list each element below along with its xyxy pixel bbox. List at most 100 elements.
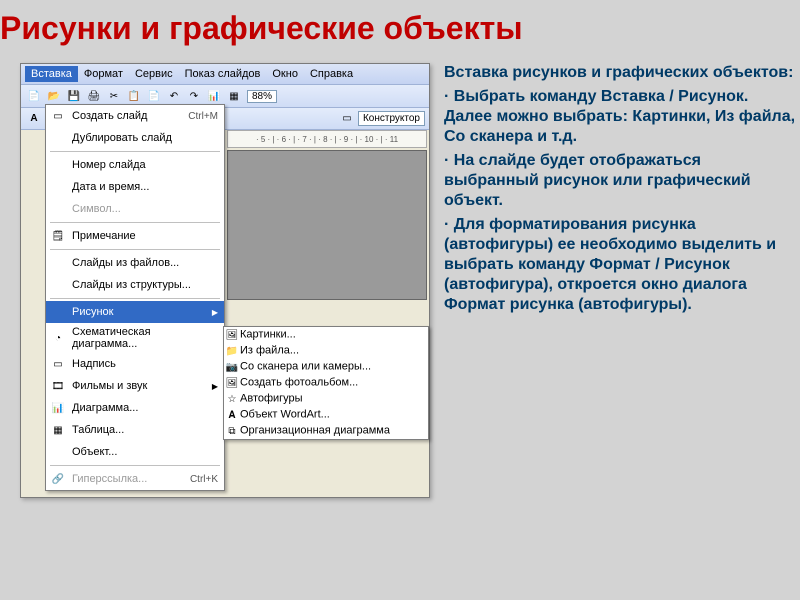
blank-icon: [50, 304, 66, 320]
risunok-submenu-item-5[interactable]: ☆Автофигуры: [224, 391, 428, 407]
media-icon: 🎞: [50, 378, 66, 394]
menu-spravka[interactable]: Справка: [304, 66, 359, 82]
risunok-submenu-item-label: Организационная диаграмма: [240, 425, 390, 437]
insert-menu-item-20: 🔗 Гиперссылка... Ctrl+K: [46, 468, 224, 490]
description-bullet-3: · Для форматирования рисунка (автофигуры…: [444, 215, 800, 315]
insert-menu-item-14[interactable]: ▭ Надпись: [46, 353, 224, 375]
menu-pokaz[interactable]: Показ слайдов: [179, 66, 267, 82]
insert-menu-item-label: Рисунок: [72, 306, 114, 318]
insert-menu-item-label: Дата и время...: [72, 181, 149, 193]
scanner-icon: 📷: [224, 359, 240, 375]
tool-cut-icon[interactable]: ✂: [105, 87, 123, 105]
insert-menu-item-label: Таблица...: [72, 424, 124, 436]
insert-menu-separator: [50, 249, 220, 250]
tool-save-icon[interactable]: 💾: [65, 87, 83, 105]
app-screenshot: Вставка Формат Сервис Показ слайдов Окно…: [20, 63, 430, 498]
description-bullet-1: · Выбрать команду Вставка / Рисунок. Дал…: [444, 87, 800, 147]
risunok-submenu-item-7[interactable]: ⧉Организационная диаграмма: [224, 423, 428, 439]
blank-icon: [50, 130, 66, 146]
risunok-submenu-item-label: Создать фотоальбом...: [240, 377, 358, 389]
risunok-submenu-item-label: Автофигуры: [240, 393, 303, 405]
tool-open-icon[interactable]: 📂: [45, 87, 63, 105]
shortcut-label: Ctrl+K: [190, 474, 218, 485]
risunok-submenu-item-label: Со сканера или камеры...: [240, 361, 371, 373]
risunok-submenu-item-label: Картинки...: [240, 329, 296, 341]
insert-menu-item-13[interactable]: ◔ Схематическая диаграмма...: [46, 323, 224, 353]
insert-menu-item-0[interactable]: ▭ Создать слайд Ctrl+M: [46, 105, 224, 127]
insert-menu-item-1[interactable]: Дублировать слайд: [46, 127, 224, 149]
slide-canvas: [227, 150, 427, 300]
insert-menu-item-label: Гиперссылка...: [72, 473, 147, 485]
from-file-icon: 📁: [224, 343, 240, 359]
insert-menu-item-label: Диаграмма...: [72, 402, 138, 414]
tool-paste-icon[interactable]: 📄: [145, 87, 163, 105]
insert-menu-item-label: Слайды из структуры...: [72, 279, 191, 291]
insert-menu-item-label: Номер слайда: [72, 159, 146, 171]
insert-menu-item-label: Объект...: [72, 446, 117, 458]
risunok-submenu-item-6[interactable]: 𝐀Объект WordArt...: [224, 407, 428, 423]
tool-chart-icon[interactable]: 📊: [205, 87, 223, 105]
insert-menu-item-3[interactable]: Номер слайда: [46, 154, 224, 176]
tool-table-icon[interactable]: ▦: [225, 87, 243, 105]
menu-format[interactable]: Формат: [78, 66, 129, 82]
orgchart-icon: ⧉: [224, 423, 240, 439]
link-icon: 🔗: [50, 471, 66, 487]
risunok-submenu: 🖼Картинки...📁Из файла...📷Со сканера или …: [223, 326, 429, 440]
insert-menu-item-4[interactable]: Дата и время...: [46, 176, 224, 198]
insert-menu-separator: [50, 465, 220, 466]
zoom-field[interactable]: 88%: [247, 90, 277, 103]
insert-menu-item-16[interactable]: 📊 Диаграмма...: [46, 397, 224, 419]
tool-design-icon[interactable]: ▭: [338, 109, 356, 127]
insert-menu-item-9[interactable]: Слайды из файлов...: [46, 252, 224, 274]
risunok-submenu-item-1[interactable]: 📁Из файла...: [224, 343, 428, 359]
wordart-icon: 𝐀: [224, 407, 240, 423]
submenu-arrow-icon: ▶: [212, 308, 218, 317]
insert-menu-item-15[interactable]: 🎞Фильмы и звук▶: [46, 375, 224, 397]
tool-undo-icon[interactable]: ↶: [165, 87, 183, 105]
risunok-submenu-item-2[interactable]: 📷Со сканера или камеры...: [224, 359, 428, 375]
tool-redo-icon[interactable]: ↷: [185, 87, 203, 105]
blank-icon: [50, 157, 66, 173]
menu-okno[interactable]: Окно: [266, 66, 304, 82]
new-slide-icon: ▭: [50, 108, 66, 124]
shortcut-label: Ctrl+M: [188, 111, 218, 122]
konstruktor-button[interactable]: Конструктор: [358, 111, 425, 126]
insert-menu-item-label: Надпись: [72, 358, 116, 370]
ruler: · 5 · | · 6 · | · 7 · | · 8 · | · 9 · | …: [227, 130, 427, 148]
photoalbum-icon: 🖼: [224, 375, 240, 391]
menubar: Вставка Формат Сервис Показ слайдов Окно…: [21, 64, 429, 85]
insert-menu-item-label: Схематическая диаграмма...: [72, 326, 218, 350]
diagram-icon: ◔: [50, 330, 66, 346]
tool-new-icon[interactable]: 📄: [25, 87, 43, 105]
blank-icon: [50, 255, 66, 271]
chart-icon: 📊: [50, 400, 66, 416]
page-title: Рисунки и графические объекты: [0, 0, 800, 63]
insert-menu-item-17[interactable]: ▦ Таблица...: [46, 419, 224, 441]
autofig-icon: ☆: [224, 391, 240, 407]
description-bullet-2: · На слайде будет отображаться выбранный…: [444, 151, 800, 211]
menu-vstavka[interactable]: Вставка: [25, 66, 78, 82]
tool-copy-icon[interactable]: 📋: [125, 87, 143, 105]
insert-menu-separator: [50, 222, 220, 223]
insert-menu-item-18[interactable]: Объект...: [46, 441, 224, 463]
textbox-icon: ▭: [50, 356, 66, 372]
tool-bold-icon[interactable]: A: [25, 110, 43, 128]
risunok-submenu-item-3[interactable]: 🖼Создать фотоальбом...: [224, 375, 428, 391]
description-block: Вставка рисунков и графических объектов:…: [444, 63, 800, 498]
insert-menu-item-label: Создать слайд: [72, 110, 147, 122]
insert-menu-item-5: Символ...: [46, 198, 224, 220]
insert-menu-item-label: Дублировать слайд: [72, 132, 172, 144]
table-icon: ▦: [50, 422, 66, 438]
note-icon: 🗒: [50, 228, 66, 244]
insert-menu-separator: [50, 151, 220, 152]
risunok-submenu-item-0[interactable]: 🖼Картинки...: [224, 327, 428, 343]
insert-menu-item-7[interactable]: 🗒Примечание: [46, 225, 224, 247]
description-heading: Вставка рисунков и графических объектов:: [444, 63, 800, 83]
risunok-submenu-item-label: Объект WordArt...: [240, 409, 330, 421]
insert-menu-dropdown: ▭ Создать слайд Ctrl+M Дублировать слайд Ном…: [45, 104, 225, 491]
submenu-arrow-icon: ▶: [212, 382, 218, 391]
insert-menu-item-10[interactable]: Слайды из структуры...: [46, 274, 224, 296]
tool-print-icon[interactable]: 🖨: [85, 87, 103, 105]
menu-servis[interactable]: Сервис: [129, 66, 179, 82]
insert-menu-item-12[interactable]: Рисунок ▶: [46, 301, 224, 323]
